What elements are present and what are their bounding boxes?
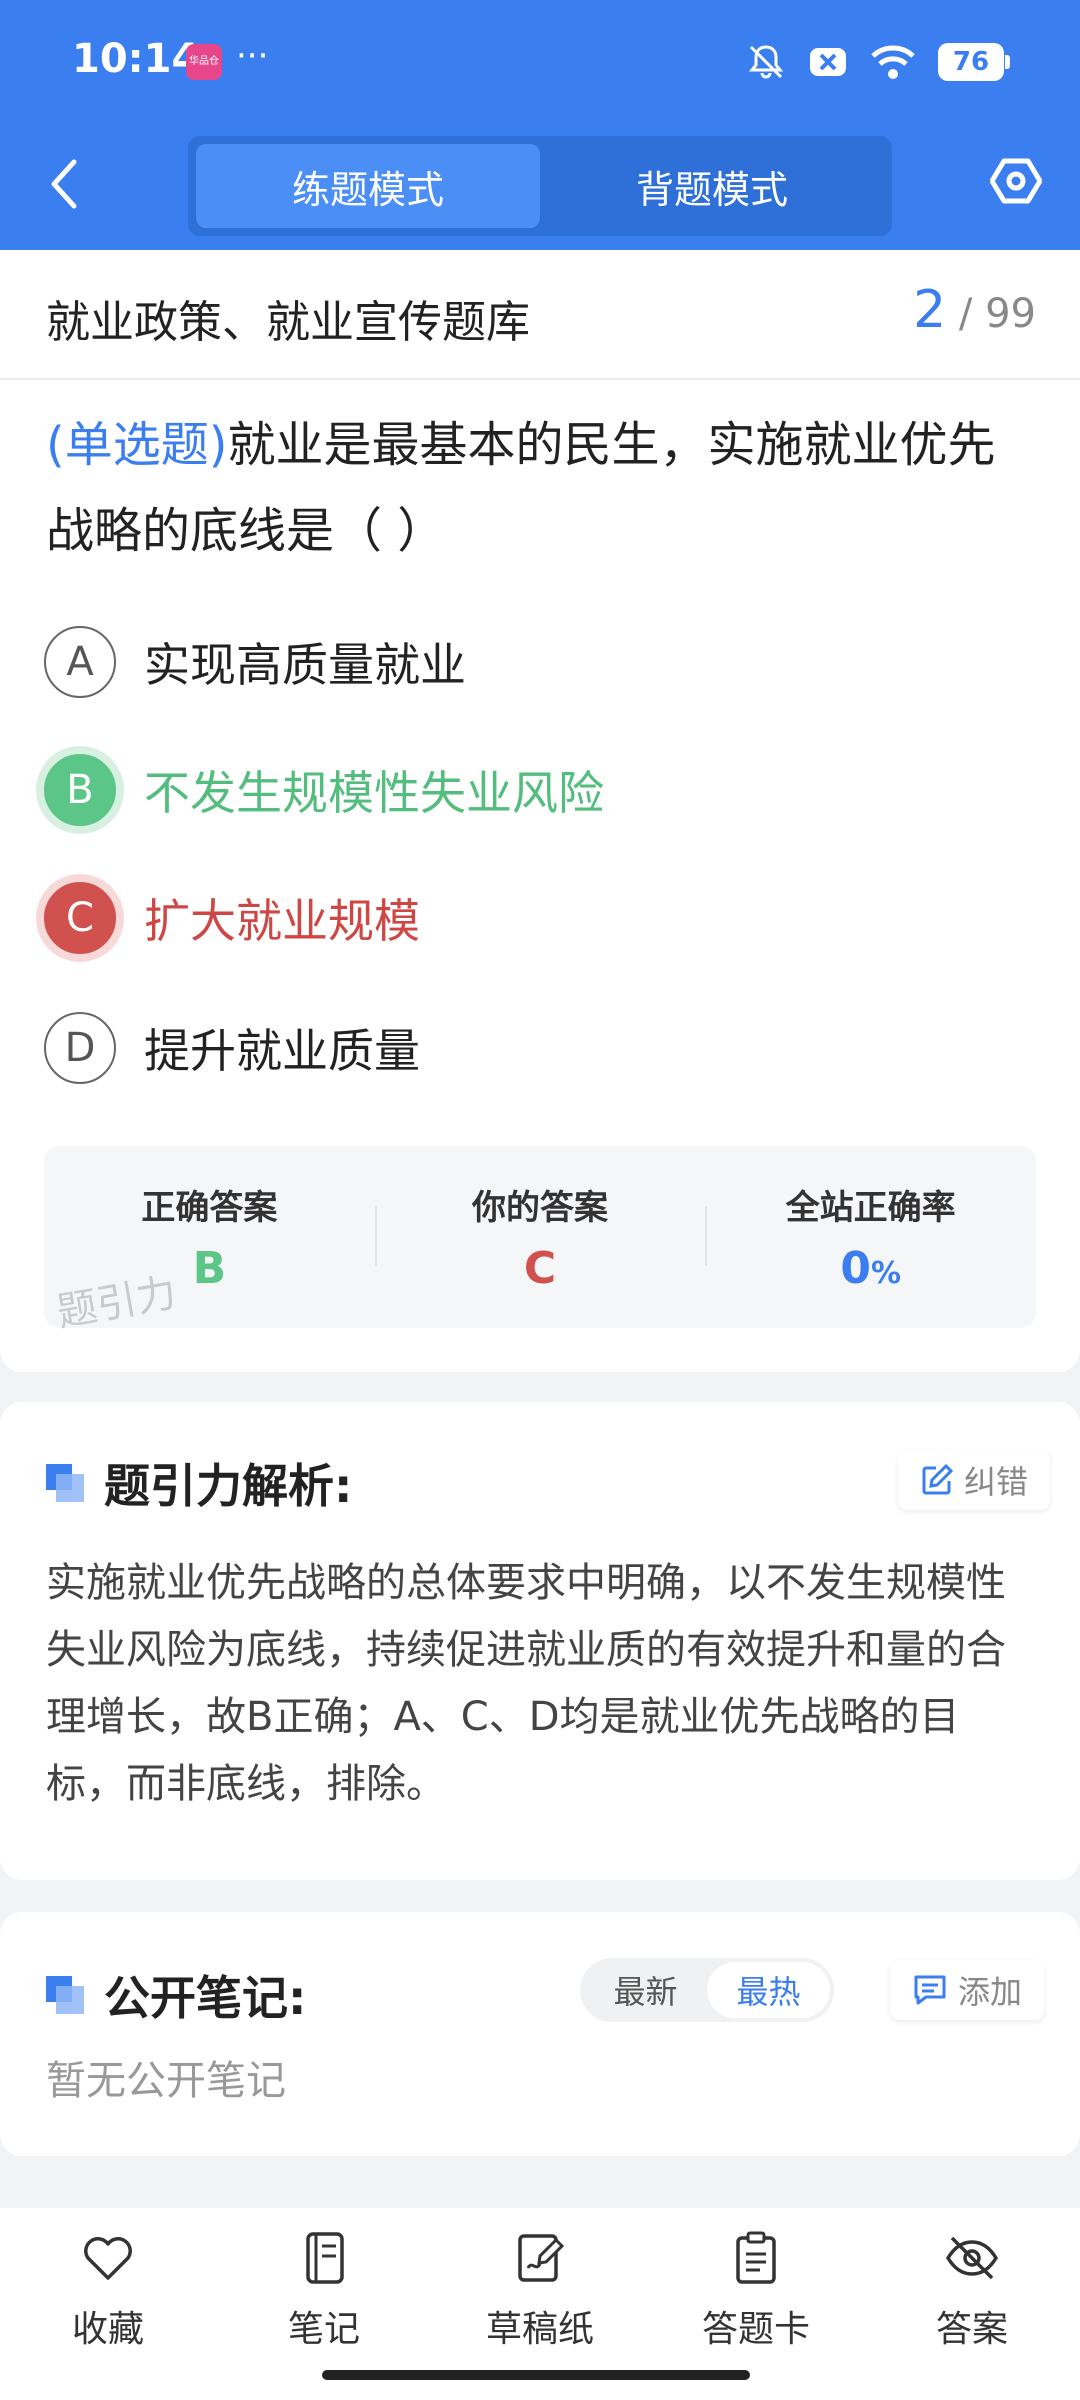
your-answer-col: 你的答案 C <box>374 1146 706 1328</box>
analysis-text: 实施就业优先战略的总体要求中明确，以不发生规模性失业风险为底线，持续促进就业质的… <box>46 1560 1006 1807</box>
nav-answer-card-label: 答题卡 <box>701 2309 810 2350</box>
nav-favorite[interactable]: 收藏 <box>0 2208 216 2400</box>
status-icons: 76 <box>746 40 1010 84</box>
question-stem: (单选题)就业是最基本的民生，实施就业优先战略的底线是（ ） <box>46 402 1041 574</box>
home-indicator[interactable] <box>322 2370 750 2380</box>
nav-answer[interactable]: 答案 <box>864 2208 1080 2400</box>
analysis-card: 题引力解析: 纠错 实施就业优先战略的总体要求中明确，以不发生规模性失业风险为底… <box>0 1402 1080 1880</box>
sort-hot[interactable]: 最热 <box>707 1962 830 2018</box>
mode-switch: 练题模式 背题模式 <box>188 136 892 236</box>
notes-sort-toggle: 最新 最热 <box>580 1958 834 2022</box>
option-text: 不发生规模性失业风险 <box>144 766 604 820</box>
option-letter: B <box>44 754 116 826</box>
accuracy-col: 全站正确率 0% <box>705 1146 1036 1328</box>
section-square-icon <box>46 1976 84 2014</box>
option-text: 提升就业质量 <box>144 1024 420 1078</box>
answer-card-icon <box>736 2231 776 2284</box>
answer-summary: 正确答案 B 你的答案 C 全站正确率 0% <box>44 1146 1036 1328</box>
add-note-button[interactable]: 添加 <box>890 1960 1045 2020</box>
option-d[interactable]: D 提升就业质量 <box>44 1010 420 1086</box>
battery-indicator: 76 <box>938 43 1010 81</box>
question-card: 就业政策、就业宣传题库 2 / 99 (单选题)就业是最基本的民生，实施就业优先… <box>0 250 1080 1372</box>
wifi-icon <box>871 45 915 79</box>
nav-draft-paper-label: 草稿纸 <box>485 2309 594 2350</box>
close-box-icon <box>810 48 846 76</box>
nav-notes-label: 笔记 <box>287 2309 360 2350</box>
your-answer-label: 你的答案 <box>472 1188 608 1228</box>
empty-notes-text: 暂无公开笔记 <box>46 2058 286 2104</box>
accuracy-label: 全站正确率 <box>785 1188 956 1228</box>
option-a[interactable]: A 实现高质量就业 <box>44 624 466 700</box>
correct-answer-label: 正确答案 <box>141 1188 278 1228</box>
question-progress: 2 / 99 <box>913 280 1036 340</box>
bell-muted-icon <box>748 45 784 79</box>
top-header: 10:14 华品仓 ··· 76 练题模式 背题模式 <box>0 0 1080 250</box>
question-bank-title: 就业政策、就业宣传题库 <box>46 297 530 348</box>
nav-favorite-label: 收藏 <box>71 2309 144 2350</box>
accuracy-number: 0 <box>840 1243 871 1294</box>
your-answer-value: C <box>523 1243 557 1294</box>
nav-answer-label: 答案 <box>935 2309 1008 2350</box>
section-square-icon <box>46 1464 84 1502</box>
notebook-icon <box>306 2232 344 2284</box>
eye-off-icon <box>945 2236 999 2280</box>
option-letter: A <box>44 626 116 698</box>
back-arrow-icon[interactable] <box>42 152 86 216</box>
question-type: (单选题) <box>46 417 228 473</box>
question-bank-bar: 就业政策、就业宣传题库 2 / 99 <box>0 250 1080 380</box>
analysis-header: 题引力解析: <box>46 1450 352 1516</box>
tab-practice-mode[interactable]: 练题模式 <box>196 144 540 228</box>
status-more-dots: ··· <box>236 36 269 76</box>
notes-card: 公开笔记: 最新 最热 添加 暂无公开笔记 <box>0 1912 1080 2156</box>
analysis-title: 题引力解析: <box>104 1459 353 1513</box>
app-notification-icon: 华品仓 <box>186 44 222 80</box>
option-letter: D <box>44 1012 116 1084</box>
option-letter: C <box>44 882 116 954</box>
comment-icon <box>914 1975 946 2005</box>
edit-icon <box>922 1463 954 1495</box>
option-text: 实现高质量就业 <box>144 638 466 692</box>
current-question-number: 2 <box>913 280 947 340</box>
accuracy-unit: % <box>870 1256 902 1291</box>
notes-header: 公开笔记: <box>46 1962 306 2028</box>
tab-recite-mode[interactable]: 背题模式 <box>540 144 884 228</box>
add-note-label: 添加 <box>958 1973 1023 2011</box>
option-c[interactable]: C 扩大就业规模 <box>44 880 420 956</box>
total-questions: / 99 <box>958 291 1036 337</box>
draft-paper-icon <box>518 2234 565 2282</box>
option-b[interactable]: B 不发生规模性失业风险 <box>44 752 604 828</box>
settings-hexagon-icon[interactable] <box>990 155 1042 207</box>
option-text: 扩大就业规模 <box>144 894 420 948</box>
sort-latest[interactable]: 最新 <box>584 1962 707 2018</box>
accuracy-value: 0% <box>705 1243 1036 1294</box>
notes-title: 公开笔记: <box>104 1971 307 2025</box>
status-time: 10:14 <box>72 36 200 82</box>
heart-icon <box>84 2237 132 2280</box>
report-error-button[interactable]: 纠错 <box>898 1450 1051 1510</box>
report-error-label: 纠错 <box>964 1463 1029 1501</box>
